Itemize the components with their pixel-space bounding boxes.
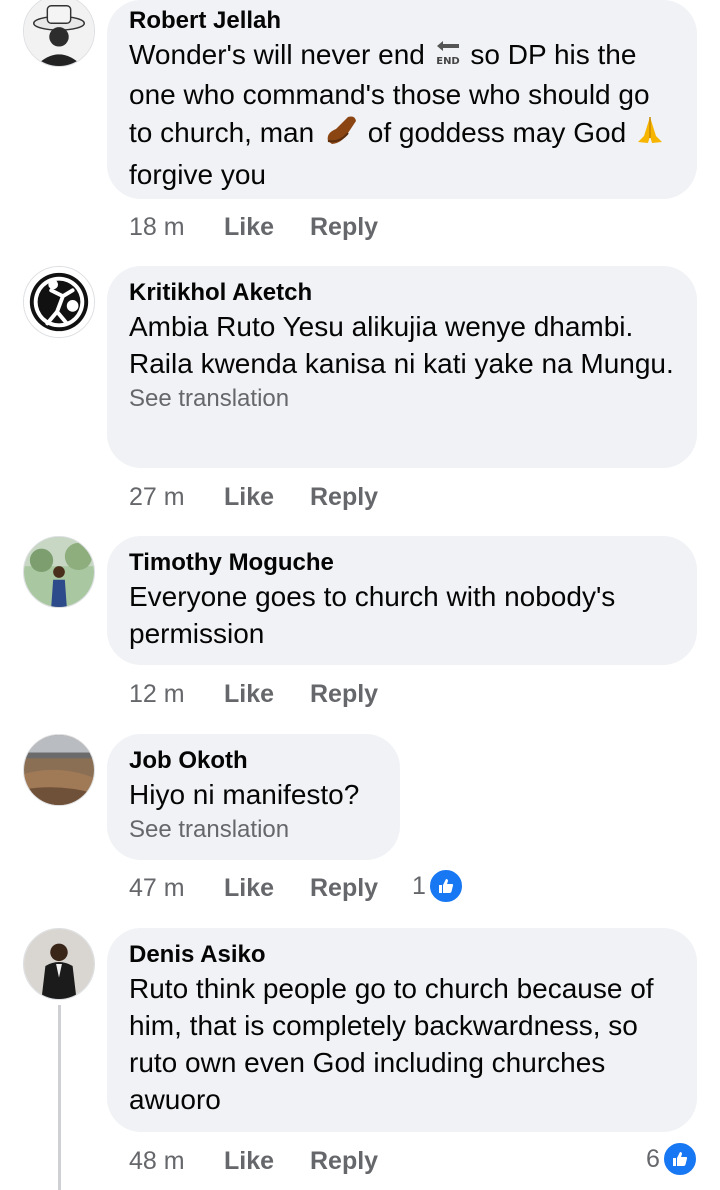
- avatar[interactable]: [23, 266, 95, 338]
- comment-text: Everyone goes to church with nobody's pe…: [129, 581, 616, 649]
- end-arrow-emoji: END: [433, 37, 463, 76]
- comment-bubble: Denis Asiko Ruto think people go to chur…: [107, 928, 697, 1132]
- comment-text-part: forgive you: [129, 159, 266, 191]
- comment-author[interactable]: Denis Asiko: [129, 940, 675, 970]
- comment-time[interactable]: 47 m: [129, 873, 224, 903]
- comment-text: Ruto think people go to church because o…: [129, 973, 654, 1115]
- reply-button[interactable]: Reply: [310, 1146, 378, 1176]
- comment-actions: 12 m Like Reply: [129, 679, 378, 709]
- see-translation-link[interactable]: See translation: [129, 384, 675, 414]
- comment-actions: 18 m Like Reply: [129, 212, 378, 242]
- comment-text-part: of goddess may God: [359, 117, 634, 148]
- reply-button[interactable]: Reply: [310, 482, 378, 512]
- like-button[interactable]: Like: [224, 873, 310, 903]
- avatar[interactable]: [23, 928, 95, 1000]
- reaction-count: 1: [412, 871, 426, 900]
- comment-time[interactable]: 18 m: [129, 212, 224, 242]
- comment-time[interactable]: 27 m: [129, 482, 224, 512]
- reply-button[interactable]: Reply: [310, 212, 378, 242]
- comment-actions: 27 m Like Reply: [129, 482, 378, 512]
- reaction-count: 6: [646, 1144, 660, 1173]
- reply-button[interactable]: Reply: [310, 873, 378, 903]
- avatar[interactable]: [23, 0, 95, 67]
- comment-bubble: Job Okoth Hiyo ni manifesto? See transla…: [107, 734, 400, 860]
- comment-bubble: Kritikhol Aketch Ambia Ruto Yesu alikuji…: [107, 266, 697, 468]
- comment-text: Hiyo ni manifesto?: [129, 779, 360, 810]
- svg-text:END: END: [436, 56, 460, 67]
- comment-author[interactable]: Job Okoth: [129, 746, 378, 776]
- shoe-emoji: [322, 113, 360, 156]
- comment-actions: 47 m Like Reply: [129, 873, 378, 903]
- comment-time[interactable]: 12 m: [129, 679, 224, 709]
- reaction-summary[interactable]: 1: [412, 868, 464, 904]
- comment-bubble: Timothy Moguche Everyone goes to church …: [107, 536, 697, 665]
- like-button[interactable]: Like: [224, 482, 310, 512]
- comment-author[interactable]: Kritikhol Aketch: [129, 278, 675, 308]
- comment-time[interactable]: 48 m: [129, 1146, 224, 1176]
- reply-button[interactable]: Reply: [310, 679, 378, 709]
- like-button[interactable]: Like: [224, 1146, 310, 1176]
- comment-bubble: Robert Jellah Wonder's will never end EN…: [107, 0, 697, 199]
- praying-hands-emoji: [634, 114, 666, 155]
- like-thumb-icon: [427, 868, 464, 904]
- avatar[interactable]: [23, 536, 95, 608]
- reply-thread-line: [58, 1005, 61, 1190]
- comment-text: Ambia Ruto Yesu alikujia wenye dhambi. R…: [129, 311, 674, 379]
- like-button[interactable]: Like: [224, 679, 310, 709]
- like-button[interactable]: Like: [224, 212, 310, 242]
- comment-author[interactable]: Robert Jellah: [129, 6, 675, 36]
- comment-text-part: Wonder's will never end: [129, 39, 433, 70]
- comment-text: Wonder's will never end END so DP his th…: [129, 36, 675, 193]
- comment-author[interactable]: Timothy Moguche: [129, 548, 675, 578]
- comment-actions: 48 m Like Reply: [129, 1146, 378, 1176]
- see-translation-link[interactable]: See translation: [129, 815, 378, 845]
- like-thumb-icon: [661, 1141, 698, 1177]
- reaction-summary[interactable]: 6: [646, 1141, 698, 1177]
- avatar[interactable]: [23, 734, 95, 806]
